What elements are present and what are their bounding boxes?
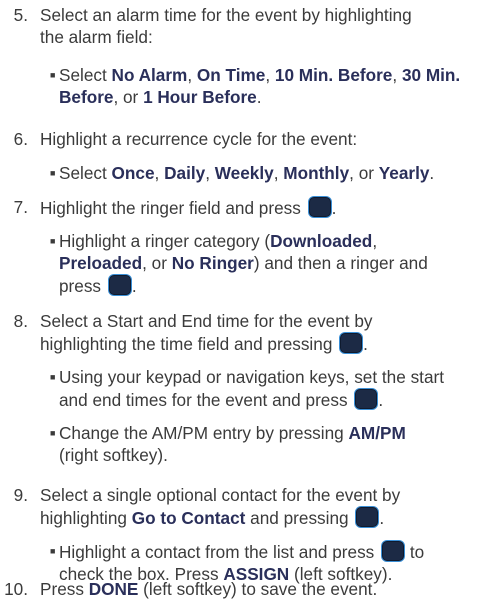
step-number: 9. xyxy=(13,485,28,505)
step-text: Select a single optional contact for the… xyxy=(40,485,401,505)
ok-menu-key-icon xyxy=(107,274,132,296)
step-text: Highlight the ringer field and press xyxy=(40,198,301,218)
step-number: 8. xyxy=(13,311,28,331)
bullet-icon: ■ xyxy=(50,428,56,438)
step-text: Select a Start and End time for the even… xyxy=(40,311,373,331)
bullet-icon: ■ xyxy=(50,546,56,556)
ok-menu-key-icon xyxy=(339,332,364,354)
step-number: 5. xyxy=(13,5,28,25)
step-text: Highlight a recurrence cycle for the eve… xyxy=(40,129,358,149)
step-text: Select an alarm time for the event by hi… xyxy=(40,5,412,25)
ok-menu-key-icon xyxy=(381,540,406,562)
step-text: the alarm field: xyxy=(40,27,153,47)
ok-menu-key-icon xyxy=(355,506,380,528)
bullet-icon: ■ xyxy=(50,372,56,382)
step-number: 10. xyxy=(4,579,28,599)
step-number: 6. xyxy=(13,129,28,149)
bullet-icon: ■ xyxy=(50,168,56,178)
step-number: 7. xyxy=(13,197,28,217)
bullet-icon: ■ xyxy=(50,236,56,246)
bullet-icon: ■ xyxy=(50,70,56,80)
ok-menu-key-icon xyxy=(354,388,379,410)
step-text: highlighting the time field and pressing xyxy=(40,334,333,354)
ok-menu-key-icon xyxy=(307,196,332,218)
